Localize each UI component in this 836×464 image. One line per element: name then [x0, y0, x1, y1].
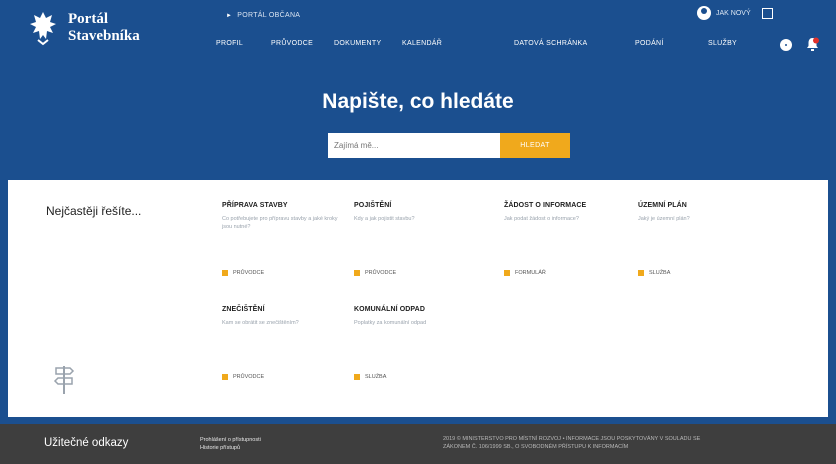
card-uzemni-plan[interactable]: ÚZEMNÍ PLÁN Jaký je územní plán? SLUŽBA: [638, 202, 758, 282]
login-label: JAK NOVÝ: [716, 9, 751, 17]
user-icon: [697, 6, 711, 20]
portal-link-label: PORTÁL OBČANA: [237, 12, 301, 19]
card-text: Co potřebujete pro přípravu stavby a jak…: [222, 216, 338, 230]
card-tag-label: PRŮVODCE: [233, 374, 265, 380]
footer-note-line1: 2019 © MINISTERSTVO PRO MÍSTNÍ ROZVOJ • …: [443, 436, 701, 442]
site-header: Portál Stavebníka ► PORTÁL OBČANA JAK NO…: [0, 0, 836, 80]
hero-title: Napište, co hledáte: [322, 90, 514, 113]
nav-datova-schranka[interactable]: DATOVÁ SCHRÁNKA: [514, 40, 587, 47]
tag-square-icon: [222, 374, 228, 380]
brand-line2: Stavebníka: [68, 28, 140, 44]
footer-link-history[interactable]: Historie přístupů: [200, 444, 261, 452]
site-logo[interactable]: Portál Stavebníka: [26, 10, 140, 46]
footer-links: Prohlášení o přístupnosti Historie příst…: [200, 436, 261, 452]
login-area[interactable]: JAK NOVÝ: [697, 6, 773, 20]
nav-pruvodce[interactable]: PRŮVODCE: [271, 40, 313, 47]
notification-icon[interactable]: [806, 37, 819, 52]
card-text: Poplatky za komunální odpad: [354, 320, 427, 326]
card-komunalni-odpad[interactable]: KOMUNÁLNÍ ODPAD Poplatky za komunální od…: [354, 306, 474, 386]
logout-icon[interactable]: [761, 7, 773, 19]
tag-square-icon: [354, 374, 360, 380]
card-text: Kdy a jak pojistit stavbu?: [354, 216, 415, 222]
footer-note-line2: ZÁKONEM Č. 106/1999 SB., O SVOBODNÉM PŘÍ…: [443, 444, 629, 450]
nav-kalendar[interactable]: KALENDÁŘ: [402, 40, 442, 47]
site-footer: Užitečné odkazy Prohlášení o přístupnost…: [0, 424, 836, 464]
card-tag-label: PRŮVODCE: [233, 270, 265, 276]
card-text: Kam se obrátit se znečištěním?: [222, 320, 299, 326]
card-tag: PRŮVODCE: [222, 270, 264, 276]
card-title: KOMUNÁLNÍ ODPAD: [354, 306, 425, 313]
card-tag: PRŮVODCE: [354, 270, 396, 276]
card-title: PŘÍPRAVA STAVBY: [222, 202, 288, 209]
card-tag: SLUŽBA: [638, 270, 670, 276]
faq-title: Nejčastěji řešíte...: [46, 204, 142, 218]
arrow-icon: ►: [226, 12, 233, 19]
gear-icon[interactable]: [780, 39, 792, 51]
card-zadost-o-informace[interactable]: ŽÁDOST O INFORMACE Jak podat žádost o in…: [504, 202, 624, 282]
nav-sluzby[interactable]: SLUŽBY: [708, 40, 737, 47]
footer-copyright: 2019 © MINISTERSTVO PRO MÍSTNÍ ROZVOJ • …: [443, 435, 827, 451]
card-tag-label: SLUŽBA: [649, 270, 671, 276]
nav-podani[interactable]: PODÁNÍ: [635, 40, 664, 47]
card-tag: PRŮVODCE: [222, 374, 264, 380]
nav-profil[interactable]: PROFIL: [216, 40, 243, 47]
tag-square-icon: [354, 270, 360, 276]
search-button[interactable]: HLEDAT: [500, 133, 570, 158]
card-tag-label: PRŮVODCE: [365, 270, 397, 276]
tag-square-icon: [638, 270, 644, 276]
portal-obcana-link[interactable]: ► PORTÁL OBČANA: [226, 12, 300, 19]
signpost-icon: [53, 366, 75, 394]
search-input[interactable]: [328, 133, 500, 158]
card-tag: FORMULÁŘ: [504, 270, 546, 276]
card-title: POJIŠTĚNÍ: [354, 202, 392, 209]
card-tag: SLUŽBA: [354, 374, 386, 380]
card-text: Jak podat žádost o informace?: [504, 216, 579, 222]
faq-panel: Nejčastěji řešíte... PŘÍPRAVA STAVBY Co …: [8, 180, 828, 417]
card-title: ZNEČIŠTĚNÍ: [222, 306, 265, 313]
card-tag-label: FORMULÁŘ: [515, 270, 546, 276]
tag-square-icon: [222, 270, 228, 276]
card-znecisteni[interactable]: ZNEČIŠTĚNÍ Kam se obrátit se znečištěním…: [222, 306, 342, 386]
crest-logo-icon: [30, 12, 56, 46]
tag-square-icon: [504, 270, 510, 276]
card-title: ŽÁDOST O INFORMACE: [504, 202, 587, 209]
main-nav: PROFIL PRŮVODCE DOKUMENTY KALENDÁŘ DATOV…: [216, 40, 836, 54]
footer-link-accessibility[interactable]: Prohlášení o přístupnosti: [200, 436, 261, 444]
card-pojisteni[interactable]: POJIŠTĚNÍ Kdy a jak pojistit stavbu? PRŮ…: [354, 202, 474, 282]
card-priprava-stavby[interactable]: PŘÍPRAVA STAVBY Co potřebujete pro přípr…: [222, 202, 342, 282]
card-tag-label: SLUŽBA: [365, 374, 387, 380]
nav-dokumenty[interactable]: DOKUMENTY: [334, 40, 381, 47]
brand-line1: Portál: [68, 11, 108, 27]
search-bar: HLEDAT: [328, 133, 570, 158]
footer-title: Užitečné odkazy: [44, 437, 129, 449]
card-title: ÚZEMNÍ PLÁN: [638, 202, 687, 209]
card-text: Jaký je územní plán?: [638, 216, 690, 222]
